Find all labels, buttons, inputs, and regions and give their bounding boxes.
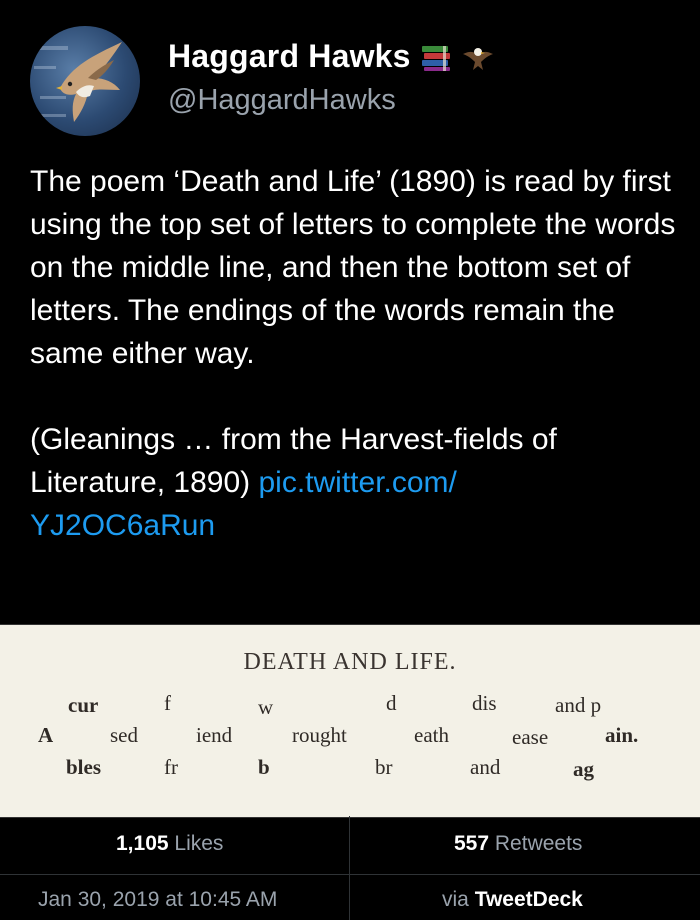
poem-fragment: br — [375, 755, 393, 779]
tweet-link-line2: YJ2OC6aRun — [30, 509, 216, 542]
poem-fragment: b — [258, 755, 270, 779]
retweets-stat[interactable]: 557 Retweets — [454, 832, 582, 856]
poem-fragment: f — [164, 691, 171, 715]
poem-fragment: dis — [472, 691, 497, 715]
poem-fragment: bles — [66, 755, 102, 779]
likes-stat[interactable]: 1,105 Likes — [116, 832, 223, 856]
poem-fragment: A — [38, 723, 54, 747]
poem-fragment: and — [470, 755, 501, 779]
tweet-image[interactable]: DEATH AND LIFE. cur f w d dis and p A se… — [0, 624, 700, 818]
poem-title: DEATH AND LIFE. — [243, 649, 457, 675]
tweet-link-line1: pic.twitter.com/ — [258, 466, 457, 499]
tweet-meta: Jan 30, 2019 at 10:45 AM via TweetDeck — [0, 874, 700, 920]
poem-fragment: w — [258, 695, 274, 719]
timestamp[interactable]: Jan 30, 2019 at 10:45 AM — [38, 888, 277, 912]
client-name: TweetDeck — [474, 888, 583, 911]
user-handle[interactable]: @HaggardHawks — [168, 84, 396, 117]
tweet-header: Haggard Hawks @HaggardHawks — [0, 0, 700, 140]
poem-fragment: eath — [414, 723, 449, 747]
likes-label: Likes — [174, 832, 224, 855]
poem-fragment: fr — [164, 755, 178, 779]
retweets-label: Retweets — [494, 832, 583, 855]
avatar[interactable] — [30, 26, 140, 136]
display-name-text: Haggard Hawks — [168, 38, 411, 74]
via-label: via — [442, 888, 469, 911]
poem-fragment: iend — [196, 723, 233, 747]
tweet-body: The poem ‘Death and Life’ (1890) is read… — [30, 165, 676, 499]
via-client[interactable]: via TweetDeck — [442, 888, 583, 912]
poem-fragment: sed — [110, 723, 138, 747]
eagle-icon — [461, 40, 495, 74]
poem-fragment: cur — [68, 693, 99, 717]
poem-fragment: ease — [512, 725, 549, 749]
poem-fragment: d — [386, 691, 397, 715]
hawk-icon — [34, 42, 122, 122]
retweets-count: 557 — [454, 832, 490, 855]
engagement-stats: 1,105 Likes 557 Retweets — [0, 816, 700, 920]
poem-fragment: and p — [555, 693, 602, 717]
books-icon — [419, 40, 453, 74]
poem-fragment: ag — [573, 757, 594, 781]
likes-count: 1,105 — [116, 832, 169, 855]
tweet-text: The poem ‘Death and Life’ (1890) is read… — [30, 160, 680, 547]
display-name[interactable]: Haggard Hawks — [168, 38, 495, 75]
poem-fragment: ain. — [605, 723, 639, 747]
poem-fragment: rought — [292, 723, 347, 747]
